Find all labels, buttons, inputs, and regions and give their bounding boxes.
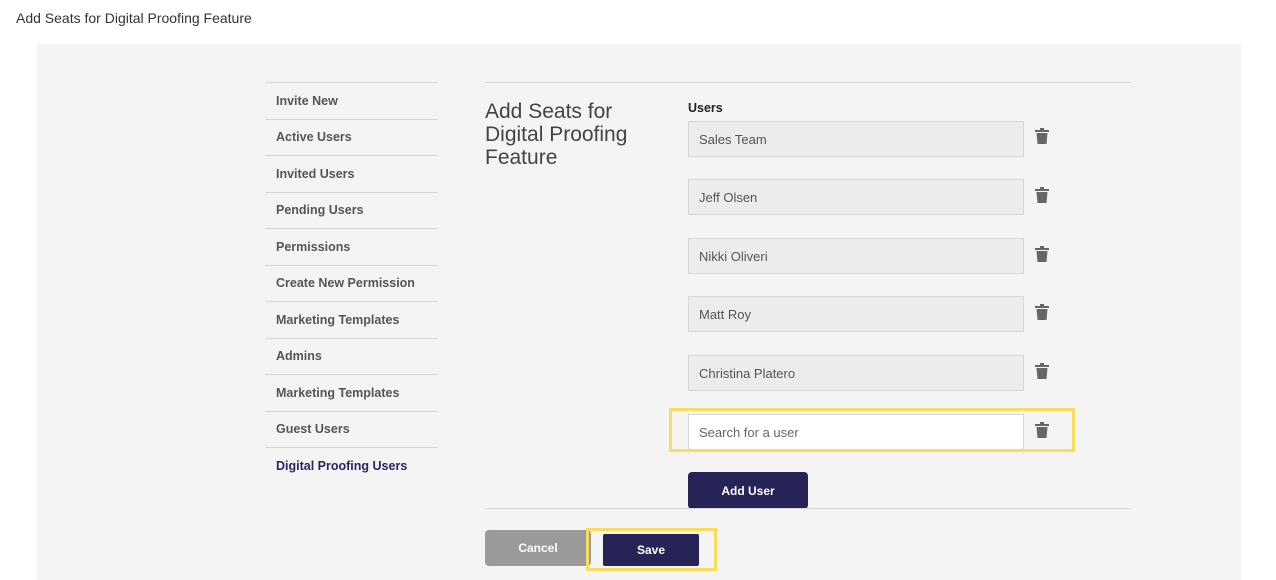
- sidebar-item-guest-users[interactable]: Guest Users: [265, 412, 438, 448]
- page-header-title: Add Seats for Digital Proofing Feature: [16, 10, 252, 26]
- user-row: [688, 355, 1024, 391]
- trash-icon[interactable]: [1035, 363, 1049, 379]
- add-user-button[interactable]: Add User: [688, 472, 808, 509]
- sidebar-item-create-new-permission[interactable]: Create New Permission: [265, 266, 438, 302]
- sidebar-item-permissions[interactable]: Permissions: [265, 229, 438, 266]
- user-row: [688, 238, 1024, 274]
- sidebar-nav: Invite New Active Users Invited Users Pe…: [265, 82, 438, 485]
- users-label: Users: [688, 101, 723, 115]
- sidebar-item-marketing-templates-2[interactable]: Marketing Templates: [265, 375, 438, 412]
- sidebar-item-pending-users[interactable]: Pending Users: [265, 193, 438, 229]
- trash-icon[interactable]: [1035, 128, 1049, 144]
- sidebar-item-invite-new[interactable]: Invite New: [265, 83, 438, 120]
- trash-icon[interactable]: [1035, 422, 1049, 438]
- trash-icon[interactable]: [1035, 304, 1049, 320]
- trash-icon[interactable]: [1035, 187, 1049, 203]
- user-field[interactable]: [688, 121, 1024, 157]
- save-button[interactable]: Save: [603, 534, 699, 566]
- section-title: Add Seats for Digital Proofing Feature: [485, 100, 628, 169]
- user-row: [688, 121, 1024, 157]
- sidebar-item-digital-proofing-users[interactable]: Digital Proofing Users: [265, 448, 438, 485]
- cancel-button[interactable]: Cancel: [485, 530, 591, 566]
- user-row: [688, 179, 1024, 215]
- sidebar-item-invited-users[interactable]: Invited Users: [265, 156, 438, 193]
- main-panel: Invite New Active Users Invited Users Pe…: [37, 44, 1241, 580]
- top-divider: [485, 82, 1131, 83]
- user-field[interactable]: [688, 355, 1024, 391]
- bottom-divider: [485, 508, 1131, 509]
- search-row: [688, 414, 1024, 450]
- user-field[interactable]: [688, 238, 1024, 274]
- user-field[interactable]: [688, 296, 1024, 332]
- trash-icon[interactable]: [1035, 246, 1049, 262]
- user-field[interactable]: [688, 179, 1024, 215]
- user-row: [688, 296, 1024, 332]
- search-user-input[interactable]: [688, 414, 1024, 450]
- sidebar-item-active-users[interactable]: Active Users: [265, 120, 438, 156]
- sidebar-item-admins[interactable]: Admins: [265, 339, 438, 375]
- sidebar-item-marketing-templates[interactable]: Marketing Templates: [265, 302, 438, 339]
